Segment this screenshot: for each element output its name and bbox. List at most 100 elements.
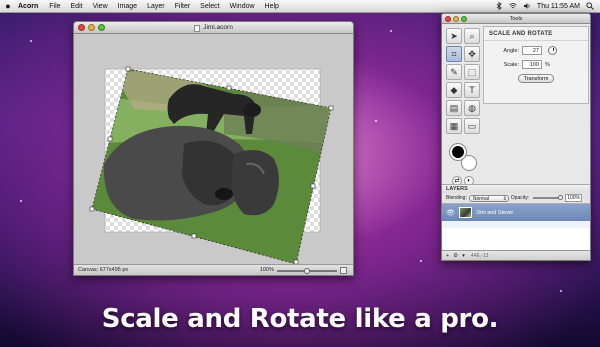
- foreground-color-swatch[interactable]: [450, 144, 466, 160]
- scale-input[interactable]: 100: [522, 60, 542, 69]
- layer-thumbnail: [458, 207, 472, 218]
- transform-handle-right[interactable]: [310, 183, 316, 189]
- volume-icon[interactable]: [523, 2, 531, 10]
- document-window: Jimi.acorn Canvas: 677x495 px 100%: [73, 21, 354, 276]
- menu-edit[interactable]: Edit: [66, 3, 88, 10]
- opacity-slider[interactable]: [533, 195, 564, 200]
- palette-zoom-button[interactable]: [461, 16, 467, 22]
- minimize-button[interactable]: [88, 24, 95, 31]
- layer-position-readout: 44E,-13: [470, 252, 489, 259]
- shape-tool-icon[interactable]: ▭: [464, 118, 480, 134]
- layers-footer: + ⚙ ▾ 44E,-13: [442, 250, 590, 260]
- menu-view[interactable]: View: [88, 3, 113, 10]
- eraser-tool-icon[interactable]: ◆: [446, 82, 462, 98]
- blending-label: Blending:: [446, 195, 467, 201]
- bluetooth-icon[interactable]: [495, 2, 503, 10]
- star: [30, 40, 32, 42]
- document-statusbar: Canvas: 677x495 px 100%: [74, 264, 353, 275]
- menu-window[interactable]: Window: [225, 3, 260, 10]
- wifi-icon[interactable]: [509, 2, 517, 10]
- arrow-tool-icon[interactable]: ➤: [446, 28, 462, 44]
- zoom-button[interactable]: [98, 24, 105, 31]
- menu-filter[interactable]: Filter: [170, 3, 196, 10]
- magnifier-tool-icon[interactable]: ⌕: [464, 28, 480, 44]
- transform-button[interactable]: Transform: [518, 74, 554, 83]
- menu-file[interactable]: File: [44, 3, 65, 10]
- layer-list: 👁 Jimi and Stevie: [442, 204, 590, 250]
- apple-menu-icon[interactable]: ●: [0, 0, 16, 13]
- transform-handle-top-right[interactable]: [328, 105, 334, 111]
- layer-row-selected[interactable]: 👁 Jimi and Stevie: [442, 204, 590, 221]
- scale-label: Scale:: [503, 61, 519, 68]
- tools-titlebar[interactable]: Tools: [442, 14, 590, 24]
- zoom-slider[interactable]: [277, 267, 337, 274]
- star: [375, 120, 377, 122]
- opacity-label: Opacity:: [510, 195, 530, 201]
- fit-button[interactable]: [340, 267, 347, 274]
- angle-input[interactable]: 27: [522, 46, 542, 55]
- marketing-caption: Scale and Rotate like a pro.: [101, 304, 499, 334]
- move-tool-icon[interactable]: ✥: [464, 46, 480, 62]
- zoom-percent: 100%: [259, 267, 274, 273]
- marquee-tool-icon[interactable]: ⬚: [464, 64, 480, 80]
- close-button[interactable]: [78, 24, 85, 31]
- spotlight-search-icon[interactable]: [586, 2, 594, 10]
- tools-title: Tools: [509, 16, 523, 22]
- transform-handle-top-left[interactable]: [125, 66, 131, 72]
- menu-extras: Thu 11:55 AM: [495, 2, 600, 10]
- layer-tool-icon[interactable]: ▦: [446, 118, 462, 134]
- empty-layer-row: [442, 221, 590, 228]
- transform-handle-left[interactable]: [107, 136, 113, 142]
- angle-label: Angle:: [503, 47, 519, 54]
- layer-options: Blending: Normal Opacity: 100%: [442, 193, 590, 204]
- palette-close-button[interactable]: [445, 16, 451, 22]
- opacity-slider-knob[interactable]: [558, 195, 564, 200]
- transform-handle-bottom[interactable]: [191, 233, 197, 239]
- star: [20, 200, 22, 202]
- canvas-svg[interactable]: [74, 34, 353, 265]
- document-file-icon: [194, 24, 201, 32]
- document-titlebar[interactable]: Jimi.acorn: [74, 22, 353, 34]
- tool-grid: ➤ ⌕ ⌗ ✥ ✎ ⬚ ◆ T ▤ ◍ ▦ ▭: [446, 28, 480, 134]
- star: [420, 260, 422, 262]
- scale-unit: %: [545, 61, 550, 68]
- blending-select[interactable]: Normal: [468, 194, 509, 202]
- fill-tool-icon[interactable]: ◍: [464, 100, 480, 116]
- menu-clock[interactable]: Thu 11:55 AM: [537, 3, 580, 10]
- chevron-down-icon[interactable]: ▾: [462, 253, 465, 259]
- transform-handle-bottom-left[interactable]: [89, 206, 95, 212]
- canvas-area[interactable]: [74, 34, 353, 265]
- crop-tool-icon[interactable]: ⌗: [446, 46, 462, 62]
- text-tool-icon[interactable]: T: [464, 82, 480, 98]
- canvas-size-label: Canvas: 677x495 px: [78, 267, 129, 273]
- tools-palette: Tools ➤ ⌕ ⌗ ✥ ✎ ⬚ ◆ T ▤ ◍ ▦ ▭ ⇄ ◐ SCALE …: [441, 13, 591, 261]
- gradient-tool-icon[interactable]: ▤: [446, 100, 462, 116]
- inspector-title: SCALE AND ROTATE: [484, 27, 588, 41]
- opacity-input[interactable]: 100%: [565, 194, 582, 202]
- layer-visibility-eye-icon[interactable]: 👁: [446, 209, 455, 217]
- zoom-slider-knob[interactable]: [304, 267, 310, 274]
- menu-help[interactable]: Help: [260, 3, 284, 10]
- color-well[interactable]: [450, 144, 480, 174]
- menu-image[interactable]: Image: [113, 3, 142, 10]
- star: [390, 30, 392, 32]
- menu-layer[interactable]: Layer: [142, 3, 170, 10]
- palette-controls: [445, 16, 467, 22]
- brush-tool-icon[interactable]: ✎: [446, 64, 462, 80]
- layer-actions-gear-icon[interactable]: ⚙: [453, 253, 458, 259]
- zoom-control: 100%: [259, 265, 347, 275]
- menu-select[interactable]: Select: [195, 3, 224, 10]
- scale-row: Scale: 100 %: [484, 60, 588, 69]
- palette-minimize-button[interactable]: [453, 16, 459, 22]
- menu-bar: ● Acorn File Edit View Image Layer Filte…: [0, 0, 600, 13]
- menu-app-name[interactable]: Acorn: [16, 3, 44, 10]
- angle-row: Angle: 27: [484, 46, 588, 55]
- scale-rotate-inspector: SCALE AND ROTATE Angle: 27 Scale: 100 % …: [483, 26, 589, 104]
- layer-name: Jimi and Stevie: [475, 209, 514, 216]
- angle-dial-icon[interactable]: [548, 46, 557, 55]
- window-controls: [78, 24, 105, 31]
- layers-header: LAYERS: [442, 184, 590, 193]
- transform-handle-top[interactable]: [226, 85, 232, 91]
- document-title: Jimi.acorn: [203, 24, 233, 31]
- add-layer-icon[interactable]: +: [446, 253, 449, 259]
